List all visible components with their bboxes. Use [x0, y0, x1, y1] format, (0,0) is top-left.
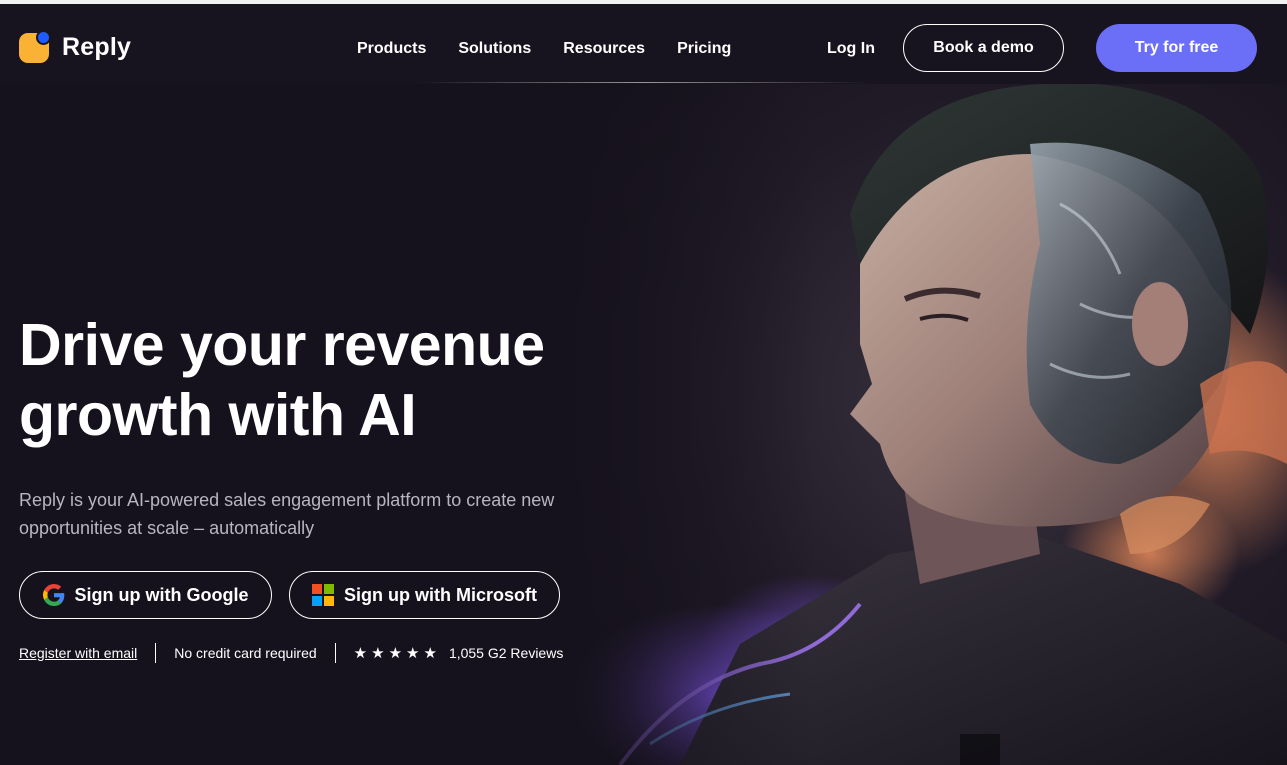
brand-name: Reply	[62, 32, 132, 61]
rating-stars: ★ ★ ★ ★ ★	[354, 646, 437, 661]
microsoft-signup-label: Sign up with Microsoft	[344, 584, 537, 605]
hero-subtext: Reply is your AI-powered sales engagemen…	[19, 486, 599, 542]
hero-headline-line-2: growth with AI	[19, 382, 417, 448]
main-nav: Products Solutions Resources Pricing	[357, 40, 763, 58]
hero-subtext-line-2: opportunities at scale – automatically	[19, 518, 315, 538]
google-icon	[42, 584, 64, 606]
hero-ai-portrait-image	[560, 84, 1287, 765]
meta-divider	[334, 643, 336, 663]
google-signup-button[interactable]: Sign up with Google	[19, 571, 272, 619]
signup-meta-row: Register with email No credit card requi…	[19, 642, 563, 664]
hero-headline-line-1: Drive your revenue	[19, 312, 545, 378]
book-demo-button[interactable]: Book a demo	[903, 24, 1064, 72]
hero-subtext-line-1: Reply is your AI-powered sales engagemen…	[19, 490, 555, 510]
header-divider	[420, 82, 870, 83]
nav-item-pricing[interactable]: Pricing	[677, 40, 731, 58]
star-icon: ★	[371, 644, 385, 662]
site-header: Reply Products Solutions Resources Prici…	[0, 4, 1287, 84]
microsoft-icon	[312, 584, 334, 606]
try-free-button[interactable]: Try for free	[1096, 24, 1257, 72]
star-icon: ★	[406, 644, 420, 662]
login-link[interactable]: Log In	[827, 40, 875, 58]
meta-divider	[155, 643, 157, 663]
nav-item-products[interactable]: Products	[357, 40, 426, 58]
nav-item-resources[interactable]: Resources	[563, 40, 645, 58]
nav-item-solutions[interactable]: Solutions	[458, 40, 531, 58]
landing-page: Reply Products Solutions Resources Prici…	[0, 0, 1287, 765]
no-credit-card-text: No credit card required	[174, 645, 317, 661]
microsoft-signup-button[interactable]: Sign up with Microsoft	[289, 571, 560, 619]
register-email-link[interactable]: Register with email	[19, 645, 137, 661]
g2-reviews-text: 1,055 G2 Reviews	[448, 645, 564, 661]
star-icon: ★	[423, 644, 437, 662]
google-signup-label: Sign up with Google	[74, 584, 249, 605]
brand-logo[interactable]: Reply	[19, 30, 131, 64]
reply-logo-icon	[19, 30, 51, 64]
hero-headline: Drive your revenue growth with AI	[19, 310, 639, 450]
star-icon: ★	[388, 644, 403, 662]
star-icon: ★	[353, 644, 368, 662]
